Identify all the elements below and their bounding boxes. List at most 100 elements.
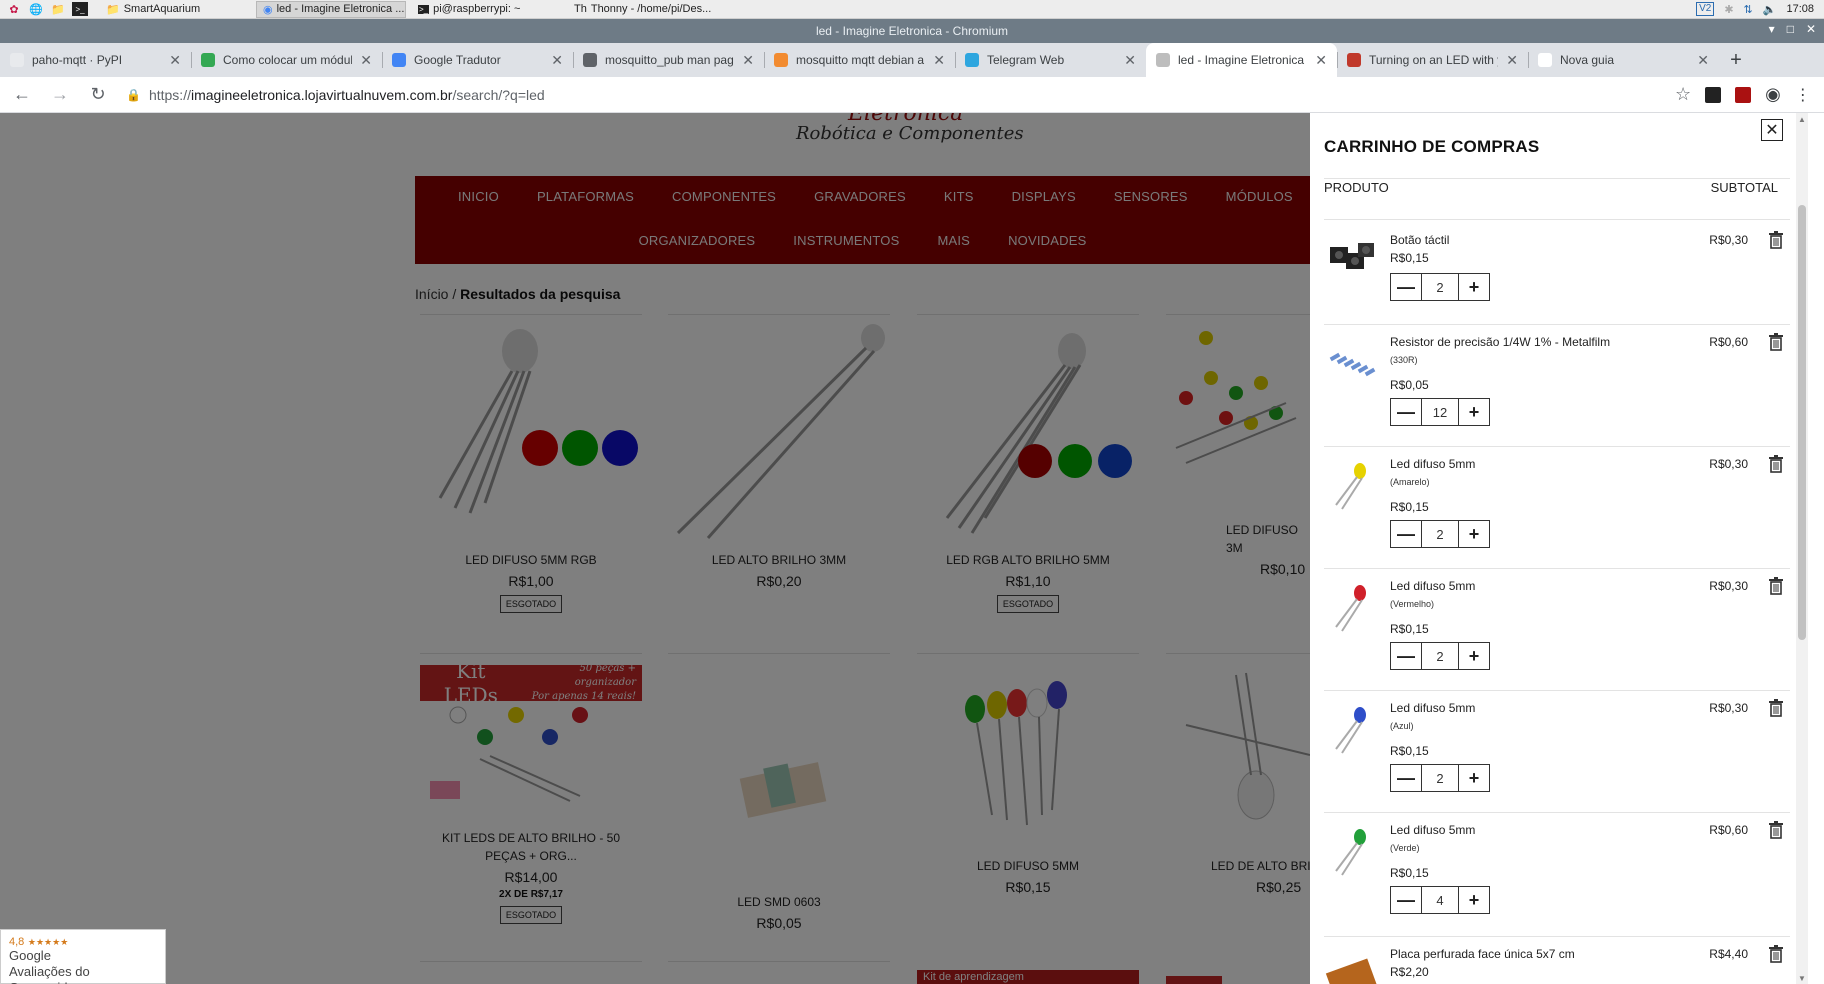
decrease-quantity-button[interactable]: — — [1391, 399, 1421, 425]
trash-icon[interactable] — [1768, 577, 1784, 595]
network-icon[interactable]: ⇅ — [1744, 3, 1753, 16]
cart-columns: PRODUTO SUBTOTAL — [1324, 180, 1790, 195]
item-name[interactable]: Led difuso 5mm — [1390, 823, 1475, 837]
page-scrollbar[interactable]: ▲ ▼ — [1796, 113, 1808, 984]
taskbar-task-0[interactable]: 📁 SmartAquarium — [100, 1, 250, 18]
item-subtotal: R$0,60 — [1709, 823, 1748, 837]
terminal-launcher-icon[interactable]: >_ — [72, 2, 88, 16]
item-name[interactable]: Botão táctil — [1390, 233, 1449, 247]
modal-backdrop[interactable] — [0, 113, 1310, 984]
tab-close-icon[interactable]: ✕ — [1124, 52, 1136, 69]
maximize-icon[interactable]: □ — [1787, 22, 1794, 36]
decrease-quantity-button[interactable]: — — [1391, 274, 1421, 300]
taskbar-task-3[interactable]: Th Thonny - /home/pi/Des... — [568, 1, 718, 18]
tab-close-icon[interactable]: ✕ — [1315, 52, 1327, 69]
item-thumbnail[interactable] — [1324, 947, 1380, 984]
increase-quantity-button[interactable]: + — [1459, 887, 1489, 913]
increase-quantity-button[interactable]: + — [1459, 274, 1489, 300]
decrease-quantity-button[interactable]: — — [1391, 521, 1421, 547]
browser-launcher-icon[interactable]: 🌐 — [28, 2, 44, 16]
menu-dots-icon[interactable]: ⋮ — [1795, 85, 1811, 105]
trash-icon[interactable] — [1768, 945, 1784, 963]
increase-quantity-button[interactable]: + — [1459, 643, 1489, 669]
decrease-quantity-button[interactable]: — — [1391, 643, 1421, 669]
taskbar-task-1[interactable]: ◉ led - Imagine Eletronica ... — [256, 0, 406, 18]
browser-tab[interactable]: Google Tradutor ✕ — [382, 43, 573, 77]
system-taskbar: ✿ 🌐 📁 >_ 📁 SmartAquarium ◉ led - Imagine… — [0, 0, 1824, 19]
trash-icon[interactable] — [1768, 821, 1784, 839]
browser-tab[interactable]: Nova guia ✕ — [1528, 43, 1719, 77]
quantity-value[interactable]: 2 — [1421, 765, 1459, 791]
browser-toolbar: ← → ↻ 🔒 https://imagineeletronica.lojavi… — [0, 77, 1824, 113]
vnc-icon[interactable]: V2 — [1696, 2, 1715, 16]
quantity-value[interactable]: 2 — [1421, 274, 1459, 300]
scroll-down-icon[interactable]: ▼ — [1796, 972, 1808, 984]
tab-close-icon[interactable]: ✕ — [933, 52, 945, 69]
increase-quantity-button[interactable]: + — [1459, 399, 1489, 425]
trash-icon[interactable] — [1768, 231, 1784, 249]
browser-tab[interactable]: Telegram Web ✕ — [955, 43, 1146, 77]
browser-tab[interactable]: Turning on an LED with yo ✕ — [1337, 43, 1528, 77]
browser-tab[interactable]: mosquitto_pub man page ✕ — [573, 43, 764, 77]
tab-close-icon[interactable]: ✕ — [360, 52, 372, 69]
volume-icon[interactable]: 🔈 — [1763, 3, 1777, 16]
increase-quantity-button[interactable]: + — [1459, 765, 1489, 791]
browser-tab[interactable]: Como colocar um módulo ✕ — [191, 43, 382, 77]
browser-tab[interactable]: led - Imagine Eletronica ✕ — [1146, 43, 1337, 77]
profile-icon[interactable]: ◉ — [1765, 84, 1781, 105]
item-thumbnail[interactable] — [1324, 457, 1380, 513]
close-icon[interactable]: ✕ — [1761, 119, 1783, 141]
item-thumbnail[interactable] — [1324, 233, 1380, 289]
item-name[interactable]: Led difuso 5mm — [1390, 701, 1475, 715]
decrease-quantity-button[interactable]: — — [1391, 887, 1421, 913]
trash-icon[interactable] — [1768, 333, 1784, 351]
scroll-up-icon[interactable]: ▲ — [1796, 113, 1808, 125]
tab-close-icon[interactable]: ✕ — [551, 52, 563, 69]
item-thumbnail[interactable] — [1324, 701, 1380, 757]
quantity-value[interactable]: 4 — [1421, 887, 1459, 913]
trash-icon[interactable] — [1768, 699, 1784, 717]
taskbar-task-2[interactable]: >_ pi@raspberrypi: ~ — [412, 1, 562, 18]
item-name[interactable]: Led difuso 5mm — [1390, 579, 1475, 593]
web-page: Eletronica Robótica e Componentes INICIO… — [0, 113, 1824, 984]
quantity-value[interactable]: 2 — [1421, 643, 1459, 669]
bookmark-star-icon[interactable]: ☆ — [1675, 84, 1691, 105]
google-reviews-badge[interactable]: 4,8 ★★★★★ Google Avaliações do Consumido… — [0, 929, 166, 984]
bluetooth-icon[interactable]: ✱ — [1724, 3, 1733, 16]
item-name[interactable]: Placa perfurada face única 5x7 cm — [1390, 947, 1575, 961]
reviews-label: Avaliações do Consumidor — [9, 964, 90, 984]
window-title: led - Imagine Eletronica - Chromium — [815, 24, 1009, 38]
extension-icon[interactable] — [1705, 86, 1722, 103]
tab-title: Turning on an LED with yo — [1369, 53, 1499, 67]
address-bar[interactable]: 🔒 https://imagineeletronica.lojavirtualn… — [126, 81, 1671, 109]
decrease-quantity-button[interactable]: — — [1391, 765, 1421, 791]
trash-icon[interactable] — [1768, 455, 1784, 473]
ublock-icon[interactable] — [1735, 86, 1752, 103]
forward-arrow-icon[interactable]: → — [44, 79, 76, 111]
file-manager-icon[interactable]: 📁 — [50, 2, 66, 16]
browser-tab[interactable]: mosquitto mqtt debian a ✕ — [764, 43, 955, 77]
scrollbar-thumb[interactable] — [1798, 205, 1806, 640]
clock[interactable]: 17:08 — [1786, 3, 1814, 15]
tab-close-icon[interactable]: ✕ — [1506, 52, 1518, 69]
divider — [1324, 690, 1790, 691]
raspberry-menu-icon[interactable]: ✿ — [6, 2, 22, 16]
increase-quantity-button[interactable]: + — [1459, 521, 1489, 547]
browser-tab[interactable]: paho-mqtt · PyPI ✕ — [0, 43, 191, 77]
reload-icon[interactable]: ↻ — [82, 79, 114, 111]
back-arrow-icon[interactable]: ← — [6, 79, 38, 111]
item-thumbnail[interactable] — [1324, 335, 1380, 391]
quantity-value[interactable]: 12 — [1421, 399, 1459, 425]
tab-close-icon[interactable]: ✕ — [742, 52, 754, 69]
item-thumbnail[interactable] — [1324, 823, 1380, 879]
item-thumbnail[interactable] — [1324, 579, 1380, 635]
minimize-icon[interactable]: ▾ — [1769, 22, 1775, 36]
chromium-icon: ◉ — [263, 3, 273, 16]
new-tab-icon[interactable]: + — [1719, 43, 1753, 77]
quantity-value[interactable]: 2 — [1421, 521, 1459, 547]
tab-close-icon[interactable]: ✕ — [1697, 52, 1709, 69]
close-window-icon[interactable]: ✕ — [1806, 22, 1816, 36]
item-name[interactable]: Led difuso 5mm — [1390, 457, 1475, 471]
tab-close-icon[interactable]: ✕ — [169, 52, 181, 69]
item-name[interactable]: Resistor de precisão 1/4W 1% - Metalfilm — [1390, 335, 1610, 349]
